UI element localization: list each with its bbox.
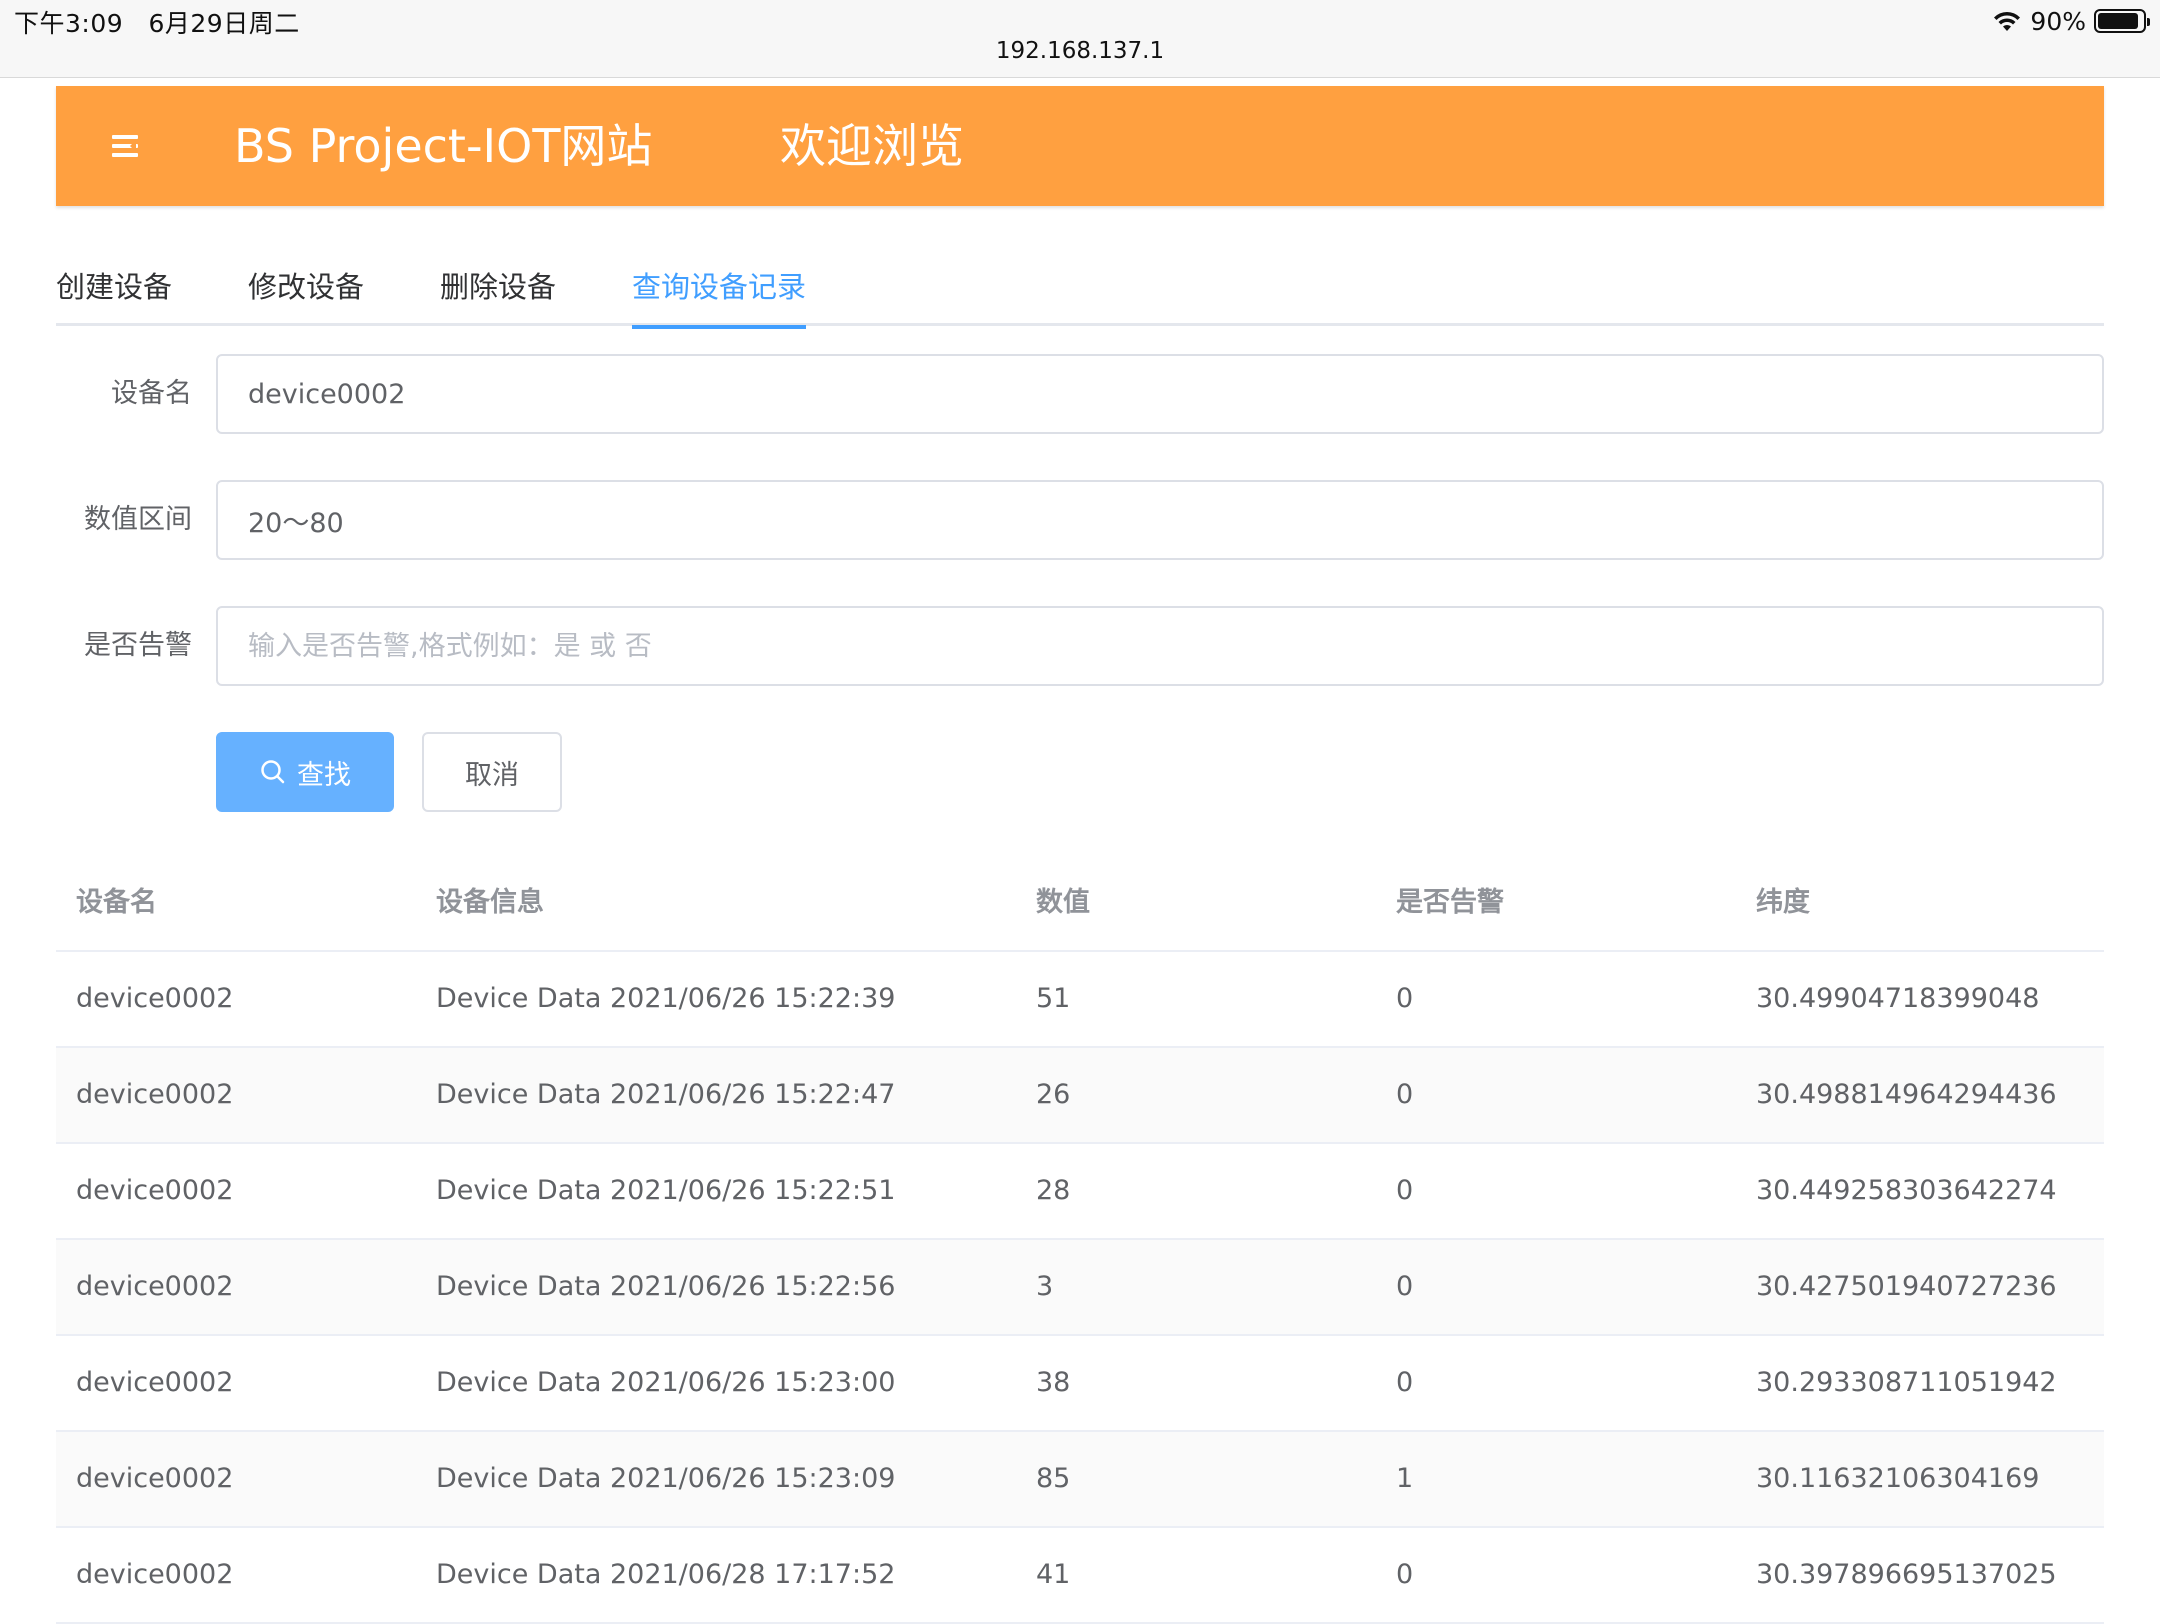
form-row-value-range: 数值区间 [56, 480, 2104, 560]
alert-cell: 1 [1396, 1463, 1414, 1494]
status-date: 6月29日周二 [148, 9, 300, 38]
latitude-cell: 30.11632106304169 [1756, 1463, 2040, 1494]
status-bar: 下午3:09 6月29日周二 90% 192.168.137.1 [0, 0, 2160, 78]
device-info-cell: Device Data 2021/06/26 15:22:56 [436, 1271, 896, 1302]
table-row[interactable]: device0002 Device Data 2021/06/26 15:22:5… [56, 1144, 2104, 1240]
alert-label: 是否告警 [84, 630, 192, 661]
search-button[interactable]: 查找 [216, 732, 394, 812]
table-header: 设备名 设备信息 数值 是否告警 纬度 [56, 856, 2104, 952]
device-name-cell: device0002 [76, 1463, 234, 1494]
value-cell: 3 [1036, 1271, 1054, 1302]
tab-query-records[interactable]: 查询设备记录 [632, 264, 807, 329]
latitude-cell: 30.427501940727236 [1756, 1271, 2057, 1302]
device-name-label: 设备名 [111, 378, 192, 409]
value-range-label: 数值区间 [84, 504, 192, 535]
tab-create-device[interactable]: 创建设备 [56, 264, 172, 326]
device-name-cell: device0002 [76, 1367, 234, 1398]
table-row[interactable]: device0002 Device Data 2021/06/26 15:23:0… [56, 1336, 2104, 1432]
column-header-alert[interactable]: 是否告警 [1396, 856, 1504, 950]
menu-fold-icon [112, 135, 138, 157]
alert-cell: 0 [1396, 1367, 1414, 1398]
value-cell: 85 [1036, 1463, 1071, 1494]
cancel-button[interactable]: 取消 [422, 732, 562, 812]
device-info-cell: Device Data 2021/06/26 15:22:51 [436, 1175, 896, 1206]
tab-delete-device[interactable]: 删除设备 [440, 264, 556, 326]
value-cell: 51 [1036, 983, 1071, 1014]
value-cell: 26 [1036, 1079, 1071, 1110]
alert-cell: 0 [1396, 1271, 1414, 1302]
device-info-cell: Device Data 2021/06/28 17:17:52 [436, 1559, 896, 1590]
column-header-latitude[interactable]: 纬度 [1756, 856, 1810, 950]
welcome-text: 欢迎浏览 [780, 119, 964, 173]
status-time: 下午3:09 6月29日周二 [14, 4, 300, 40]
site-title: BS Project-IOT网站 [234, 119, 653, 173]
battery-icon [2094, 9, 2150, 33]
value-cell: 41 [1036, 1559, 1071, 1590]
device-name-cell: device0002 [76, 1271, 234, 1302]
column-header-device-name[interactable]: 设备名 [76, 856, 157, 950]
device-info-cell: Device Data 2021/06/26 15:22:39 [436, 983, 896, 1014]
search-button-label: 查找 [297, 759, 351, 791]
device-info-cell: Device Data 2021/06/26 15:23:00 [436, 1367, 896, 1398]
device-name-cell: device0002 [76, 1175, 234, 1206]
value-cell: 28 [1036, 1175, 1071, 1206]
device-info-cell: Device Data 2021/06/26 15:23:09 [436, 1463, 896, 1494]
search-icon [261, 760, 285, 784]
wifi-icon [1994, 11, 2021, 31]
value-range-input[interactable] [216, 480, 2104, 560]
menu-toggle-button[interactable] [106, 126, 146, 166]
device-name-cell: device0002 [76, 983, 234, 1014]
alert-cell: 0 [1396, 1559, 1414, 1590]
table-row[interactable]: device0002 Device Data 2021/06/26 15:22:5… [56, 1240, 2104, 1336]
latitude-cell: 30.49904718399048 [1756, 983, 2040, 1014]
form-row-alert: 是否告警 [56, 606, 2104, 686]
table-row[interactable]: device0002 Device Data 2021/06/26 15:23:0… [56, 1432, 2104, 1528]
value-cell: 38 [1036, 1367, 1071, 1398]
battery-percent: 90% [2030, 6, 2086, 36]
latitude-cell: 30.397896695137025 [1756, 1559, 2057, 1590]
tab-bar: 创建设备 修改设备 删除设备 查询设备记录 [56, 246, 2104, 329]
alert-cell: 0 [1396, 1079, 1414, 1110]
app-header: BS Project-IOT网站 欢迎浏览 [56, 86, 2104, 206]
device-name-input[interactable] [216, 354, 2104, 434]
records-table: 设备名 设备信息 数值 是否告警 纬度 device0002 Device Dat… [56, 856, 2104, 1624]
table-row[interactable]: device0002 Device Data 2021/06/26 15:22:4… [56, 1048, 2104, 1144]
status-clock: 下午3:09 [14, 9, 124, 38]
latitude-cell: 30.449258303642274 [1756, 1175, 2057, 1206]
device-name-cell: device0002 [76, 1559, 234, 1590]
device-name-cell: device0002 [76, 1079, 234, 1110]
device-info-cell: Device Data 2021/06/26 15:22:47 [436, 1079, 896, 1110]
address-bar-url[interactable]: 192.168.137.1 [0, 38, 2160, 64]
column-header-value[interactable]: 数值 [1036, 856, 1090, 950]
latitude-cell: 30.498814964294436 [1756, 1079, 2057, 1110]
alert-cell: 0 [1396, 983, 1414, 1014]
table-body: device0002 Device Data 2021/06/26 15:22:3… [56, 952, 2104, 1624]
alert-input[interactable] [216, 606, 2104, 686]
table-row[interactable]: device0002 Device Data 2021/06/26 15:22:3… [56, 952, 2104, 1048]
tab-modify-device[interactable]: 修改设备 [248, 264, 364, 326]
form-row-device-name: 设备名 [56, 354, 2104, 434]
column-header-device-info[interactable]: 设备信息 [436, 856, 544, 950]
latitude-cell: 30.293308711051942 [1756, 1367, 2057, 1398]
battery-fill [2098, 13, 2138, 29]
status-indicators: 90% [1992, 4, 2150, 38]
table-row[interactable]: device0002 Device Data 2021/06/28 17:17:5… [56, 1528, 2104, 1624]
alert-cell: 0 [1396, 1175, 1414, 1206]
